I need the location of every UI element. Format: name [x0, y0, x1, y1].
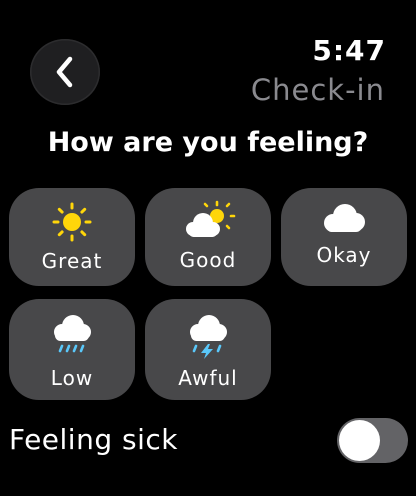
cloud-thunderstorm-icon: [190, 315, 227, 359]
mood-tile-great[interactable]: Great: [9, 188, 135, 286]
page-title: Check-in: [250, 73, 385, 107]
toggle-knob: [339, 420, 380, 461]
mood-label: Low: [50, 366, 94, 390]
sun-icon: [52, 202, 92, 242]
mood-label: Okay: [316, 243, 372, 267]
mood-label: Good: [179, 248, 237, 272]
mood-tile-good[interactable]: Good: [145, 188, 271, 286]
mood-label: Great: [41, 249, 103, 273]
cloud-rain-icon: [54, 315, 91, 353]
cloud-icon: [324, 204, 365, 232]
feeling-sick-label: Feeling sick: [9, 423, 178, 456]
mood-tile-okay[interactable]: Okay: [281, 188, 407, 286]
sun-behind-cloud-icon: [186, 200, 236, 237]
back-button[interactable]: [30, 39, 100, 105]
mood-label: Awful: [178, 366, 238, 390]
chevron-left-icon: [56, 56, 73, 88]
mood-tile-low[interactable]: Low: [9, 299, 135, 400]
mood-tile-awful[interactable]: Awful: [145, 299, 271, 400]
question-heading: How are you feeling?: [47, 127, 369, 158]
clock: 5:47: [312, 34, 386, 67]
feeling-sick-toggle[interactable]: [337, 418, 408, 463]
